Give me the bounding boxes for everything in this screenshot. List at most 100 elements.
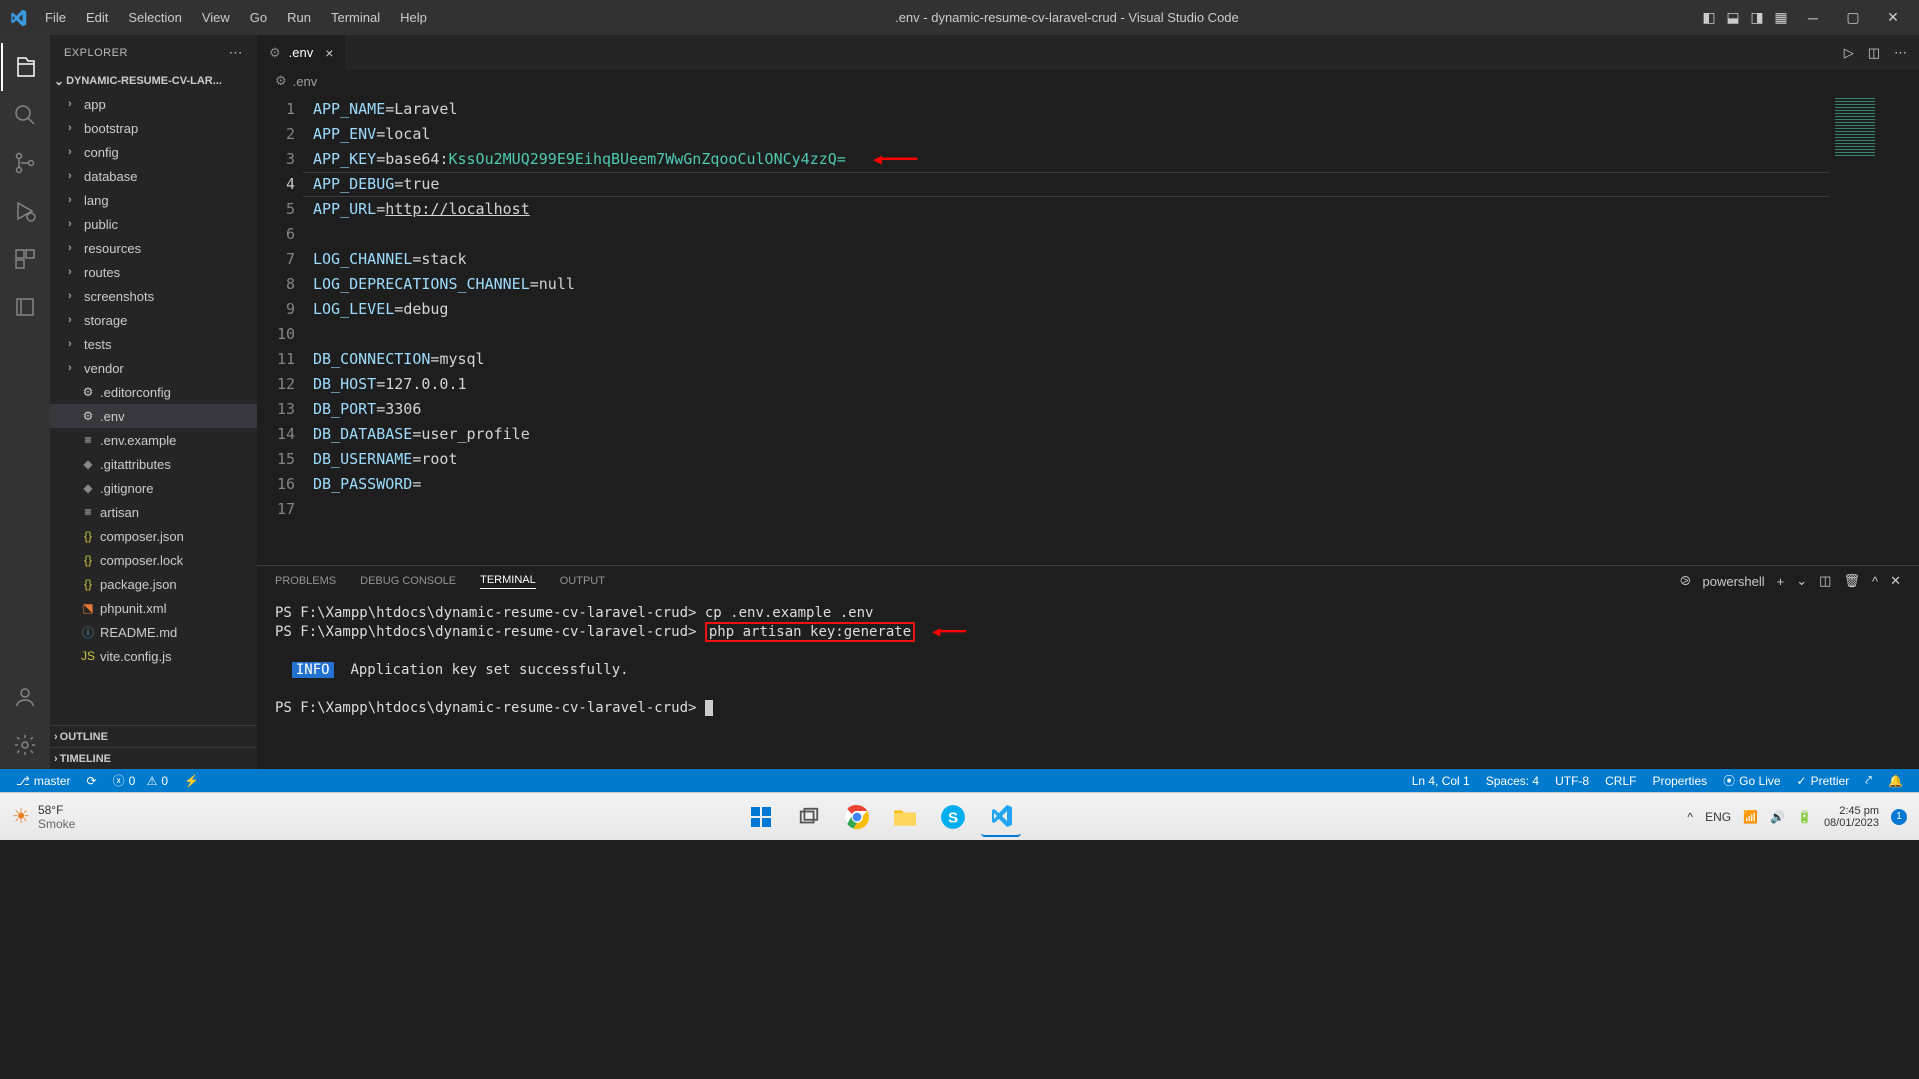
- search-icon[interactable]: [1, 91, 49, 139]
- file-tree[interactable]: ›app›bootstrap›config›database›lang›publ…: [50, 92, 257, 725]
- terminal-shell-label[interactable]: powershell: [1703, 574, 1765, 589]
- explorer-icon[interactable]: [1, 43, 49, 91]
- cursor-position[interactable]: Ln 4, Col 1: [1404, 772, 1478, 789]
- editor-body[interactable]: 1234567891011121314151617 APP_NAME=Larav…: [257, 92, 1919, 565]
- folder-public[interactable]: ›public: [50, 212, 257, 236]
- minimize-icon[interactable]: ─: [1793, 10, 1833, 26]
- port-icon[interactable]: ⚡: [176, 774, 207, 788]
- menu-run[interactable]: Run: [277, 0, 321, 35]
- file-.env.example[interactable]: ≡.env.example: [50, 428, 257, 452]
- folder-storage[interactable]: ›storage: [50, 308, 257, 332]
- kill-terminal-icon[interactable]: 🗑: [1843, 573, 1860, 589]
- notifications-icon[interactable]: 🔔: [1880, 772, 1911, 789]
- start-button[interactable]: [741, 797, 781, 837]
- accounts-icon[interactable]: [1, 673, 49, 721]
- project-manager-icon[interactable]: [1, 283, 49, 331]
- battery-icon[interactable]: 🔋: [1797, 810, 1812, 824]
- section-outline[interactable]: ›OUTLINE: [50, 725, 257, 747]
- language-mode[interactable]: Properties: [1644, 772, 1715, 789]
- file-README.md[interactable]: ⓘREADME.md: [50, 620, 257, 644]
- tray-chevron-icon[interactable]: ^: [1687, 810, 1693, 824]
- folder-screenshots[interactable]: ›screenshots: [50, 284, 257, 308]
- layout-sidebar-right-icon[interactable]: ◨: [1745, 9, 1769, 26]
- terminal-shell-icon[interactable]: ⧁: [1680, 573, 1690, 589]
- file-composer.lock[interactable]: {}composer.lock: [50, 548, 257, 572]
- taskbar-weather[interactable]: ☀ 58°F Smoke: [12, 803, 75, 831]
- split-editor-icon[interactable]: ◫: [1868, 45, 1880, 61]
- folder-config[interactable]: ›config: [50, 140, 257, 164]
- file-.gitattributes[interactable]: ◆.gitattributes: [50, 452, 257, 476]
- extensions-icon[interactable]: [1, 235, 49, 283]
- tray-language[interactable]: ENG: [1705, 810, 1731, 824]
- file-explorer-icon[interactable]: [885, 797, 925, 837]
- split-terminal-icon[interactable]: ◫: [1819, 573, 1831, 589]
- tab-problems[interactable]: PROBLEMS: [275, 575, 336, 587]
- eol[interactable]: CRLF: [1597, 772, 1644, 789]
- menu-terminal[interactable]: Terminal: [321, 0, 390, 35]
- tab-output[interactable]: OUTPUT: [560, 575, 605, 587]
- folder-app[interactable]: ›app: [50, 92, 257, 116]
- breadcrumb[interactable]: ⚙ .env: [257, 70, 1919, 92]
- menu-go[interactable]: Go: [240, 0, 277, 35]
- file-package.json[interactable]: {}package.json: [50, 572, 257, 596]
- folder-tests[interactable]: ›tests: [50, 332, 257, 356]
- close-icon[interactable]: ✕: [1873, 9, 1913, 26]
- tab-terminal[interactable]: TERMINAL: [480, 574, 536, 589]
- git-branch[interactable]: ⎇master: [8, 774, 79, 788]
- tab-env[interactable]: ⚙ .env ×: [257, 35, 345, 70]
- menu-help[interactable]: Help: [390, 0, 437, 35]
- prettier-status[interactable]: ✓Prettier: [1789, 772, 1858, 789]
- folder-bootstrap[interactable]: ›bootstrap: [50, 116, 257, 140]
- settings-gear-icon[interactable]: [1, 721, 49, 769]
- menu-file[interactable]: File: [35, 0, 76, 35]
- folder-routes[interactable]: ›routes: [50, 260, 257, 284]
- task-view-icon[interactable]: [789, 797, 829, 837]
- run-icon[interactable]: ▷: [1844, 45, 1854, 61]
- sync-icon[interactable]: ⟳: [79, 774, 105, 788]
- new-terminal-icon[interactable]: +: [1777, 574, 1785, 589]
- problems-status[interactable]: ⓧ0 ⚠0: [105, 772, 177, 789]
- wifi-icon[interactable]: 📶: [1743, 810, 1758, 824]
- maximize-panel-icon[interactable]: ^: [1872, 574, 1878, 589]
- menu-view[interactable]: View: [192, 0, 240, 35]
- taskbar-clock[interactable]: 2:45 pm 08/01/2023: [1824, 805, 1879, 829]
- folder-vendor[interactable]: ›vendor: [50, 356, 257, 380]
- file-artisan[interactable]: ≡artisan: [50, 500, 257, 524]
- vscode-taskbar-icon[interactable]: [981, 797, 1021, 837]
- menu-selection[interactable]: Selection: [118, 0, 191, 35]
- chrome-icon[interactable]: [837, 797, 877, 837]
- file-.gitignore[interactable]: ◆.gitignore: [50, 476, 257, 500]
- file-composer.json[interactable]: {}composer.json: [50, 524, 257, 548]
- go-live[interactable]: ⦿Go Live: [1715, 772, 1788, 789]
- terminal-dropdown-icon[interactable]: ⌄: [1796, 573, 1807, 589]
- layout-panel-icon[interactable]: ⬓: [1721, 9, 1745, 26]
- layout-customize-icon[interactable]: ▦: [1769, 9, 1793, 26]
- run-debug-icon[interactable]: [1, 187, 49, 235]
- minimap[interactable]: [1829, 92, 1919, 565]
- folder-resources[interactable]: ›resources: [50, 236, 257, 260]
- skype-icon[interactable]: S: [933, 797, 973, 837]
- close-tab-icon[interactable]: ×: [325, 45, 333, 61]
- folder-lang[interactable]: ›lang: [50, 188, 257, 212]
- tab-debug-console[interactable]: DEBUG CONSOLE: [360, 575, 456, 587]
- encoding[interactable]: UTF-8: [1547, 772, 1597, 789]
- close-panel-icon[interactable]: ✕: [1890, 573, 1901, 589]
- more-actions-icon[interactable]: ⋯: [229, 44, 244, 61]
- file-phpunit.xml[interactable]: ⬔phpunit.xml: [50, 596, 257, 620]
- maximize-icon[interactable]: ▢: [1833, 9, 1873, 26]
- menu-edit[interactable]: Edit: [76, 0, 118, 35]
- file-vite.config.js[interactable]: JSvite.config.js: [50, 644, 257, 668]
- source-control-icon[interactable]: [1, 139, 49, 187]
- section-timeline[interactable]: ›TIMELINE: [50, 747, 257, 769]
- more-icon[interactable]: ⋯: [1894, 45, 1907, 61]
- indentation[interactable]: Spaces: 4: [1478, 772, 1547, 789]
- file-.editorconfig[interactable]: ⚙.editorconfig: [50, 380, 257, 404]
- feedback-icon[interactable]: ⤤: [1857, 772, 1880, 789]
- folder-root[interactable]: ⌄ DYNAMIC-RESUME-CV-LAR...: [50, 70, 257, 92]
- terminal[interactable]: PS F:\Xampp\htdocs\dynamic-resume-cv-lar…: [257, 596, 1919, 769]
- file-.env[interactable]: ⚙.env: [50, 404, 257, 428]
- notification-badge[interactable]: 1: [1891, 809, 1907, 825]
- folder-database[interactable]: ›database: [50, 164, 257, 188]
- volume-icon[interactable]: 🔊: [1770, 810, 1785, 824]
- code-content[interactable]: APP_NAME=LaravelAPP_ENV=localAPP_KEY=bas…: [313, 92, 1829, 565]
